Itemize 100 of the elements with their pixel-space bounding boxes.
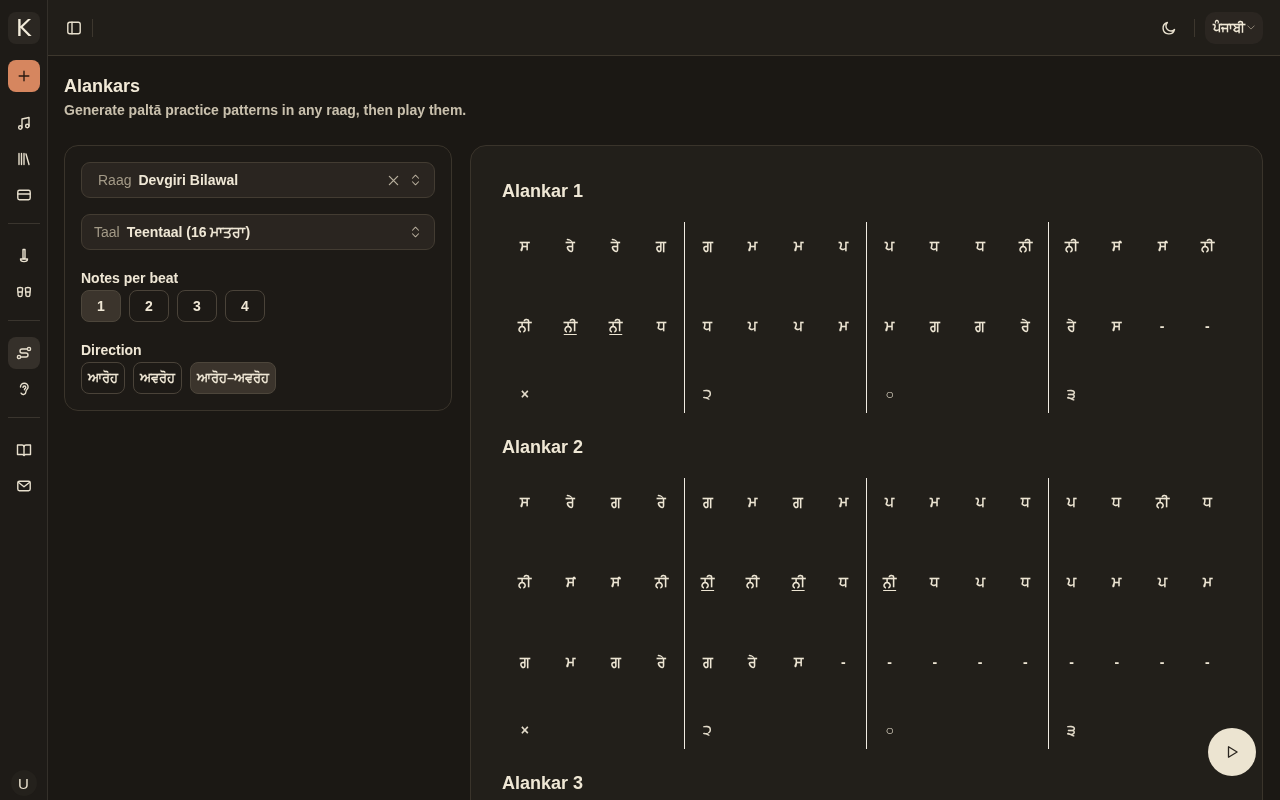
note: ਗ	[702, 493, 713, 512]
taal-label: Taal	[94, 224, 120, 240]
note: ਧ	[838, 573, 848, 592]
note: ਗ	[929, 317, 940, 336]
note: ਨੀ	[609, 317, 623, 336]
note: ਪ	[975, 573, 985, 592]
note: ਪ	[748, 317, 758, 336]
new-button[interactable]	[7, 60, 40, 92]
raag-label: Raag	[98, 172, 132, 188]
direction-option[interactable]: ਆਰੋਹ–ਅਵਰੋਹ	[190, 362, 277, 394]
note: ਰੇ	[656, 653, 666, 672]
note: ਰੇ	[565, 493, 575, 512]
note: -	[887, 653, 892, 672]
taal-mark: ○	[885, 385, 894, 404]
note: -	[932, 653, 938, 672]
note: ਸਂ	[611, 573, 621, 592]
taal-mark: ○	[885, 721, 894, 740]
note: ਰੇ	[1067, 317, 1077, 336]
language-button[interactable]: ਪੰਜਾਬੀ	[1205, 11, 1263, 44]
note: ਪ	[885, 237, 895, 256]
app-logo[interactable]: K	[7, 12, 40, 44]
note: ਮ	[565, 653, 575, 672]
note: -	[1159, 317, 1165, 336]
page-title: Alankars	[64, 75, 142, 97]
note: ਸ	[520, 493, 530, 512]
notes-per-beat-option[interactable]: 2	[129, 290, 169, 322]
note: ਪ	[793, 317, 803, 336]
note: ਸਂ	[565, 573, 575, 592]
note: ਨੀ	[1065, 237, 1079, 256]
note: ਰੇ	[611, 237, 621, 256]
note: ਨੀ	[1200, 237, 1214, 256]
note: ਧ	[656, 317, 666, 336]
note: ਧ	[930, 237, 940, 256]
note: ਧ	[1202, 493, 1212, 512]
alankar-title: Alankar 1	[502, 180, 585, 202]
note: ਧ	[1020, 493, 1030, 512]
notes-per-beat-option[interactable]: 4	[225, 290, 265, 322]
taal-mark: ੩	[1067, 385, 1077, 404]
taal-mark: ×	[520, 385, 529, 404]
plus-icon	[16, 69, 31, 83]
note: ਪ	[1067, 493, 1077, 512]
taal-mark: ×	[520, 721, 529, 740]
note: ਮ	[1202, 573, 1212, 592]
taal-mark: ੩	[1067, 721, 1077, 740]
note: ਪ	[885, 493, 895, 512]
note: ਗ	[656, 237, 667, 256]
note: ਮ	[1112, 573, 1122, 592]
note: -	[1023, 653, 1028, 672]
chevron-down-icon	[1247, 25, 1255, 30]
user-avatar[interactable]: U	[10, 770, 37, 796]
note: ਧ	[975, 237, 985, 256]
note: -	[977, 653, 983, 672]
note: ਪ	[1067, 573, 1077, 592]
page-subtitle: Generate paltā practice patterns in any raag, then play them.	[64, 101, 468, 119]
note: ਮ	[793, 237, 803, 256]
taal-select[interactable]: Taal Teentaal (16 ਮਾਤਰਾ)	[81, 214, 435, 250]
sidebar-icon	[66, 19, 82, 36]
moon-icon	[1161, 19, 1177, 36]
note: ਧ	[1112, 493, 1122, 512]
note: ਰੇ	[1020, 317, 1030, 336]
note: ਗ	[793, 493, 804, 512]
alankar-title: Alankar 3	[502, 772, 585, 794]
note: ਸ	[520, 237, 530, 256]
raag-value: Devgiri Bilawal	[138, 172, 239, 188]
note: ਰੇ	[748, 653, 758, 672]
note: ਧ	[1020, 573, 1030, 592]
notes-per-beat-label: Notes per beat	[81, 269, 180, 287]
taal-mark: ੨	[703, 721, 713, 740]
note: ਮ	[838, 493, 848, 512]
note: -	[1205, 317, 1210, 336]
note: ਮ	[748, 493, 758, 512]
note: ਨੀ	[701, 573, 715, 592]
direction-option[interactable]: ਅਵਰੋਹ	[133, 362, 182, 394]
note: -	[1069, 653, 1074, 672]
note: ਗ	[610, 493, 621, 512]
note: ਮ	[930, 493, 940, 512]
note: ਗ	[702, 237, 713, 256]
note: ਗ	[702, 653, 713, 672]
notes-per-beat-option[interactable]: 1	[81, 290, 121, 322]
note: -	[1114, 653, 1120, 672]
note: ਧ	[703, 317, 713, 336]
note: ਪ	[838, 237, 848, 256]
raag-select[interactable]: Raag Devgiri Bilawal	[81, 162, 435, 198]
note: ਪ	[975, 493, 985, 512]
notes-per-beat-option[interactable]: 3	[177, 290, 217, 322]
note: ਨੀ	[518, 573, 532, 592]
note: ਗ	[519, 653, 530, 672]
direction-option[interactable]: ਆਰੋਹ	[81, 362, 125, 394]
nav-button[interactable]	[7, 337, 40, 369]
mail-icon	[15, 478, 32, 494]
note: ਸ	[1112, 317, 1122, 336]
note: -	[841, 653, 846, 672]
note: -	[1205, 653, 1210, 672]
direction-label: Direction	[81, 341, 143, 359]
book-icon	[15, 442, 32, 458]
card-icon	[15, 187, 32, 203]
note: ਸਂ	[1157, 237, 1167, 256]
chevron-updown-icon	[411, 225, 420, 239]
clear-icon[interactable]	[388, 174, 399, 186]
note: ਮ	[838, 317, 848, 336]
